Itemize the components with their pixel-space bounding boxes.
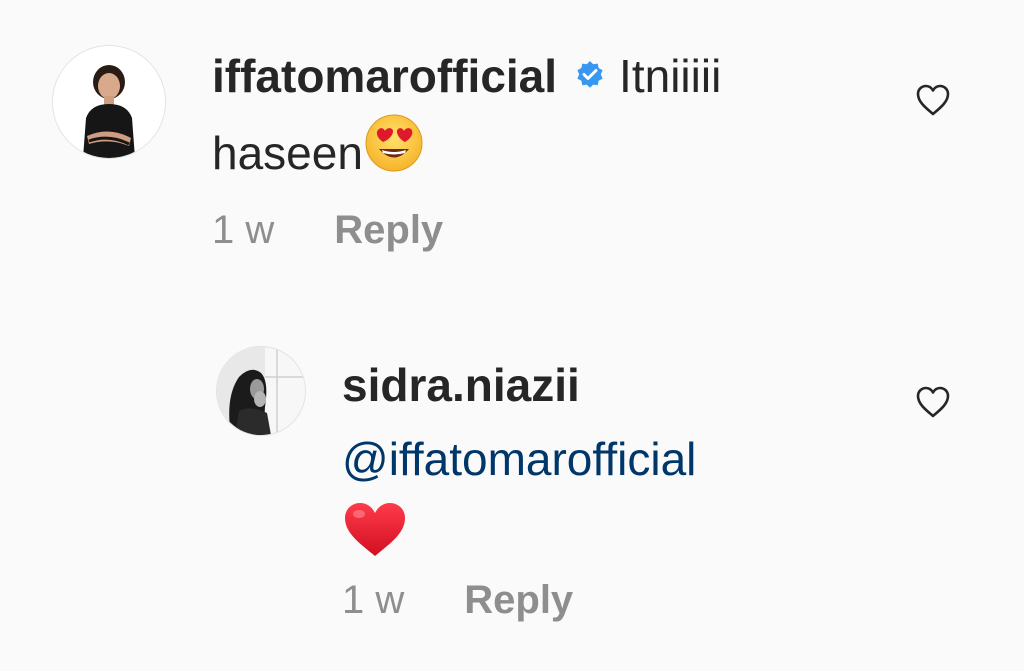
verified-badge-icon bbox=[575, 38, 605, 110]
comment-timestamp: 1 w bbox=[212, 208, 275, 252]
comment-meta: 1 w Reply bbox=[342, 578, 573, 623]
avatar[interactable] bbox=[52, 45, 166, 159]
comment-1: iffatomarofficial Itniiiii haseen 1 w Re… bbox=[0, 0, 1024, 300]
avatar[interactable] bbox=[216, 346, 306, 436]
comment-2: sidra.niazii @iffatomarofficial 1 w Reply bbox=[0, 300, 1024, 671]
comment-username[interactable]: iffatomarofficial bbox=[212, 50, 557, 102]
heart-outline-icon[interactable] bbox=[914, 383, 952, 421]
heart-outline-icon[interactable] bbox=[914, 81, 952, 119]
comment-body-line1: Itniiiii bbox=[619, 50, 722, 102]
comment-meta: 1 w Reply bbox=[212, 208, 443, 253]
comment-timestamp: 1 w bbox=[342, 578, 405, 622]
reply-button[interactable]: Reply bbox=[334, 208, 443, 252]
comment-text: iffatomarofficial Itniiiii haseen bbox=[212, 40, 912, 198]
comment-text: sidra.niazii @iffatomarofficial bbox=[342, 348, 902, 577]
reply-button[interactable]: Reply bbox=[464, 578, 573, 622]
comment-username[interactable]: sidra.niazii bbox=[342, 359, 580, 411]
heart-eyes-emoji bbox=[363, 112, 425, 194]
mention-link[interactable]: @iffatomarofficial bbox=[342, 433, 696, 485]
comment-body-line2: haseen bbox=[212, 127, 363, 179]
red-heart-emoji bbox=[342, 500, 408, 581]
